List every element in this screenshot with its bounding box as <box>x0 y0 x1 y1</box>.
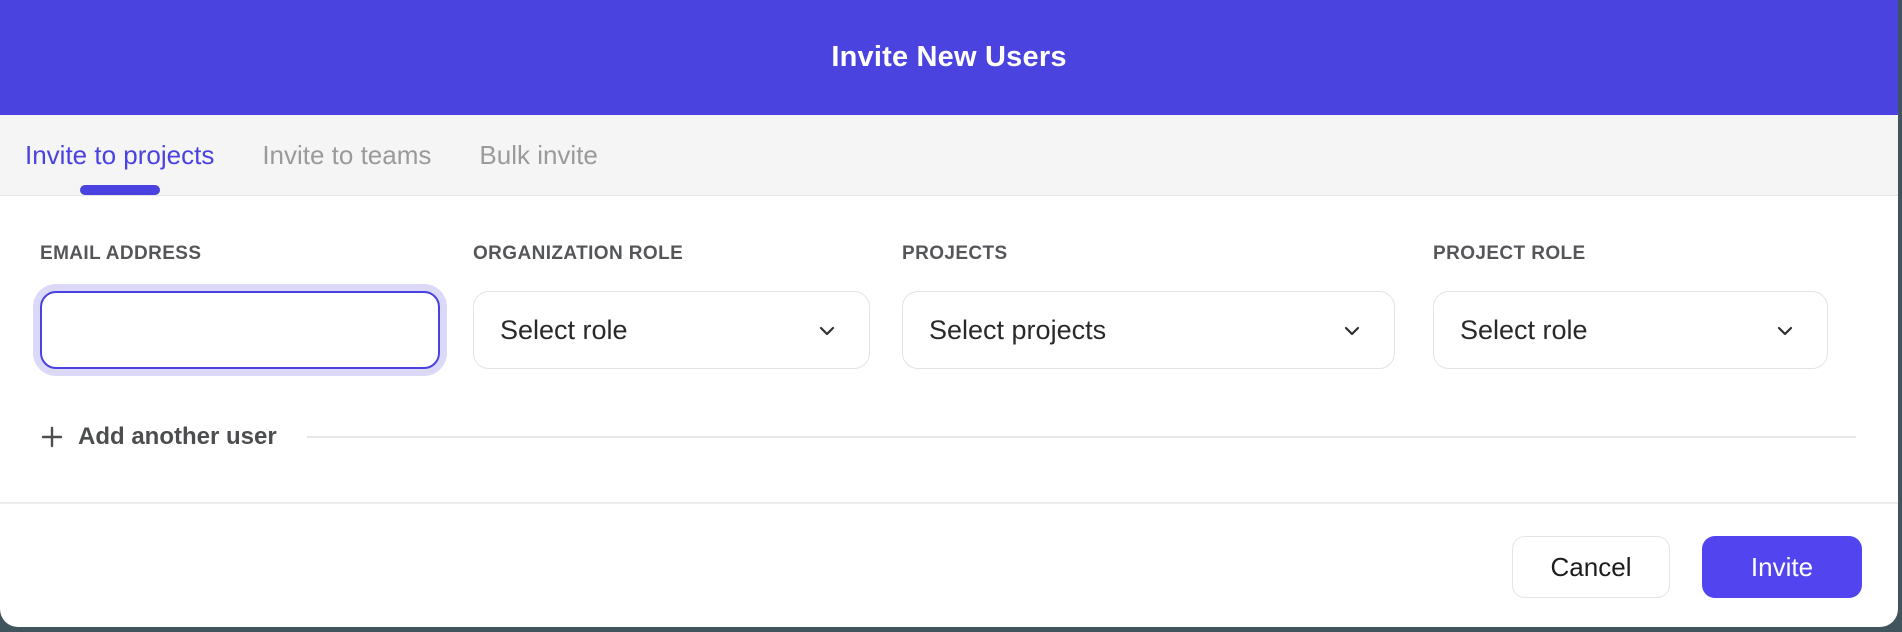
projects-select-value: Select projects <box>929 315 1106 346</box>
projects-select[interactable]: Select projects <box>902 291 1395 369</box>
tab-bulk-invite[interactable]: Bulk invite <box>479 115 598 195</box>
tab-invite-to-teams[interactable]: Invite to teams <box>262 115 431 195</box>
tab-label: Bulk invite <box>479 140 598 171</box>
add-user-divider-line <box>307 436 1856 438</box>
chevron-down-icon <box>815 318 839 342</box>
organization-role-select[interactable]: Select role <box>473 291 870 369</box>
plus-icon <box>40 425 64 449</box>
organization-role-field-group: ORGANIZATION ROLE Select role <box>473 243 870 369</box>
email-field-group: EMAIL ADDRESS <box>40 243 440 369</box>
tab-bar: Invite to projects Invite to teams Bulk … <box>0 115 1898 196</box>
add-another-user-label: Add another user <box>78 423 277 451</box>
project-role-field-group: PROJECT ROLE Select role <box>1433 243 1828 369</box>
chevron-down-icon <box>1773 318 1797 342</box>
tab-label: Invite to teams <box>262 140 431 171</box>
active-tab-underline <box>80 185 160 195</box>
email-address-input[interactable] <box>40 291 440 369</box>
chevron-down-icon <box>1340 318 1364 342</box>
projects-field-group: PROJECTS Select projects <box>902 243 1395 369</box>
email-address-label: EMAIL ADDRESS <box>40 243 440 265</box>
add-user-row: Add another user <box>40 423 1856 451</box>
invite-new-users-dialog: Invite New Users Invite to projects Invi… <box>0 0 1898 627</box>
project-role-select[interactable]: Select role <box>1433 291 1828 369</box>
projects-label: PROJECTS <box>902 243 1395 265</box>
footer-divider-line <box>0 502 1898 504</box>
invite-button[interactable]: Invite <box>1702 536 1862 598</box>
tab-label: Invite to projects <box>25 140 214 171</box>
project-role-select-value: Select role <box>1460 315 1588 346</box>
tab-invite-to-projects[interactable]: Invite to projects <box>25 115 214 195</box>
organization-role-label: ORGANIZATION ROLE <box>473 243 870 265</box>
dialog-title: Invite New Users <box>831 41 1066 74</box>
dialog-header: Invite New Users <box>0 0 1898 115</box>
organization-role-select-value: Select role <box>500 315 628 346</box>
cancel-button[interactable]: Cancel <box>1512 536 1670 598</box>
project-role-label: PROJECT ROLE <box>1433 243 1828 265</box>
add-another-user-button[interactable]: Add another user <box>40 423 277 451</box>
